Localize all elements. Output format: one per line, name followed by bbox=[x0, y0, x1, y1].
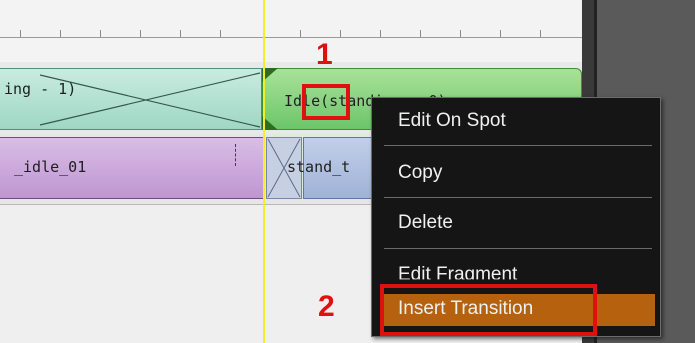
menu-item-delete[interactable]: Delete bbox=[398, 212, 453, 234]
menu-item-edit-on-spot[interactable]: Edit On Spot bbox=[398, 110, 506, 132]
timeline-ruler[interactable] bbox=[0, 0, 582, 62]
menu-separator bbox=[384, 197, 652, 198]
ruler-tick bbox=[420, 30, 421, 37]
ruler-tick bbox=[20, 30, 21, 37]
ruler-tick bbox=[340, 30, 341, 37]
clip-marker bbox=[235, 144, 237, 166]
ruler-tick bbox=[500, 30, 501, 37]
clip-walking[interactable] bbox=[0, 68, 262, 130]
annotation-box-2 bbox=[380, 284, 597, 336]
ruler-tick bbox=[180, 30, 181, 37]
ruler-tick bbox=[540, 30, 541, 37]
clip-stand-label: stand_t bbox=[287, 158, 351, 176]
ruler-tick bbox=[140, 30, 141, 37]
menu-item-edit-fragment[interactable]: Edit Fragment bbox=[398, 264, 517, 279]
clip-idle-01-label: _idle_01 bbox=[14, 158, 87, 176]
clip-walking-label: ing - 1) bbox=[4, 80, 77, 98]
ruler-tick bbox=[220, 30, 221, 37]
blend-cross-icon bbox=[39, 72, 261, 128]
menu-separator bbox=[384, 145, 652, 146]
ruler-baseline bbox=[0, 37, 582, 38]
annotation-step-1: 1 bbox=[316, 38, 333, 71]
ruler-tick bbox=[60, 30, 61, 37]
menu-separator bbox=[384, 248, 652, 249]
annotation-step-2: 2 bbox=[318, 290, 335, 323]
ruler-tick bbox=[100, 30, 101, 37]
clip-start-notch-icon bbox=[262, 68, 278, 130]
playhead-line[interactable] bbox=[263, 0, 265, 343]
menu-item-copy[interactable]: Copy bbox=[398, 162, 442, 184]
ruler-tick bbox=[300, 30, 301, 37]
ruler-tick bbox=[460, 30, 461, 37]
annotation-box-1 bbox=[302, 84, 350, 120]
ruler-tick bbox=[380, 30, 381, 37]
